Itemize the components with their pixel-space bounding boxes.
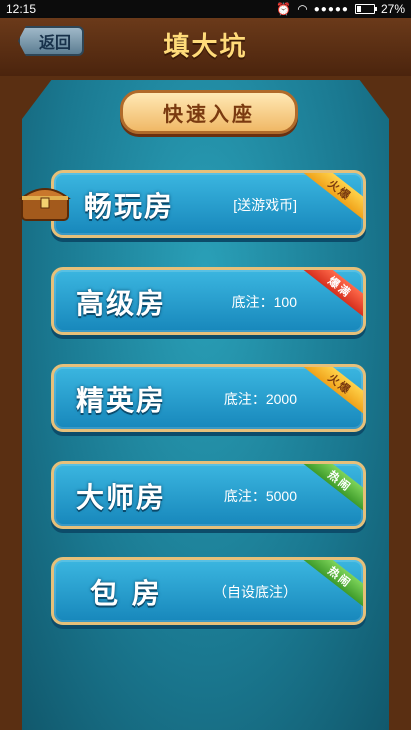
room-name: 包 房 [90, 577, 162, 610]
battery-icon [354, 4, 377, 14]
room-subtitle: 底注：5000 [223, 488, 297, 504]
status-time: 12:15 [6, 2, 37, 16]
quick-seat-button[interactable]: 快速入座 [120, 90, 298, 134]
room-subtitle: 底注：2000 [223, 391, 297, 407]
header-bar: 返回 填大坑 [0, 18, 411, 76]
room-elite[interactable]: 精英房 底注：2000 火爆 [51, 364, 366, 432]
battery-level: 27% [380, 2, 405, 16]
room-subtitle: [送游戏币] [233, 197, 297, 213]
ribbon-badge: 热闹 [298, 464, 363, 516]
page-title: 填大坑 [163, 32, 248, 62]
room-name: 高级房 [76, 287, 167, 320]
room-subtitle: 底注：100 [231, 294, 297, 310]
treasure-chest-icon [19, 188, 71, 221]
ribbon-badge: 火爆 [298, 367, 363, 419]
room-subtitle: （自设底注） [213, 584, 297, 600]
room-name: 大师房 [76, 481, 167, 514]
ribbon-badge: 火爆 [298, 173, 363, 225]
wifi-icon: ◠ [297, 2, 308, 16]
status-bar: 12:15 ⏰ ◠ ●●●●● 27% [0, 0, 411, 18]
room-casual[interactable]: 畅玩房 [送游戏币] 火爆 [51, 170, 366, 238]
ribbon-badge: 热闹 [298, 560, 363, 612]
room-name: 畅玩房 [84, 190, 175, 223]
room-private[interactable]: 包 房 （自设底注） 热闹 [51, 557, 366, 625]
ribbon-badge: 爆满 [298, 270, 363, 322]
alarm-icon: ⏰ [276, 2, 292, 16]
signal-icon: ●●●●● [313, 3, 349, 15]
room-name: 精英房 [76, 384, 167, 417]
room-master[interactable]: 大师房 底注：5000 热闹 [51, 461, 366, 529]
status-icons: ⏰ ◠ ●●●●● 27% [276, 2, 405, 16]
room-advanced[interactable]: 高级房 底注：100 爆满 [51, 267, 366, 335]
